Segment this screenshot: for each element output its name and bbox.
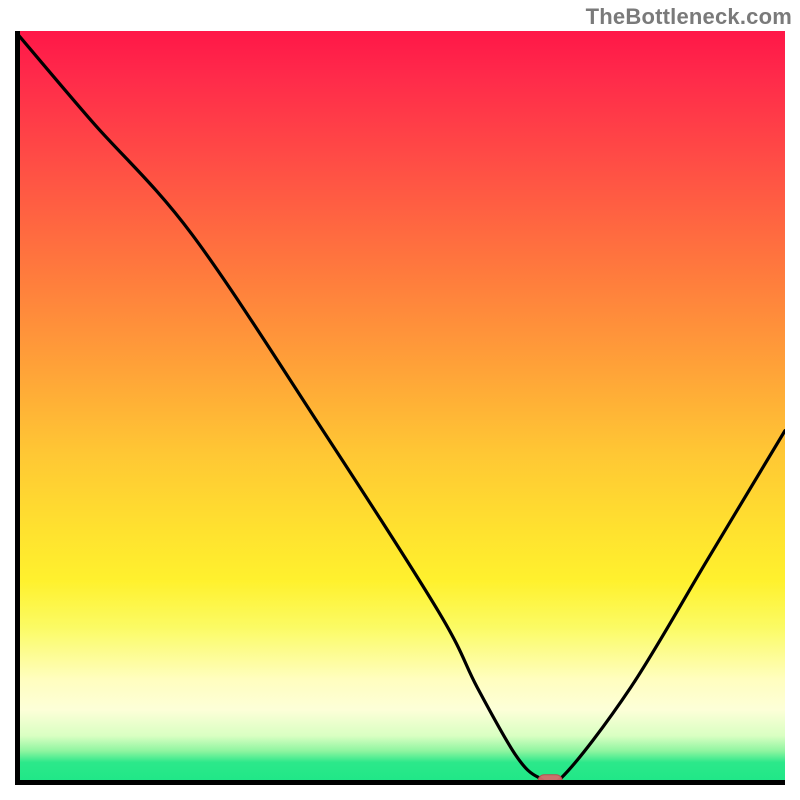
watermark-text: TheBottleneck.com bbox=[586, 4, 792, 30]
axes-frame bbox=[15, 31, 785, 785]
plot-area bbox=[15, 31, 785, 785]
chart-container: TheBottleneck.com bbox=[0, 0, 800, 800]
